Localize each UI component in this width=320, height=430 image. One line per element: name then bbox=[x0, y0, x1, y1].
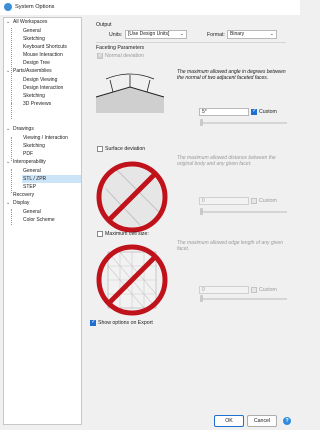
tree-item-all-workspaces[interactable]: All Workspaces bbox=[13, 18, 47, 26]
surface-deviation-label: Surface deviation bbox=[105, 146, 146, 152]
tree-item-mouse-interaction[interactable]: Mouse Interaction bbox=[23, 51, 63, 59]
normal-deviation-label: Normal deviation bbox=[105, 53, 144, 59]
faceting-section-title: Faceting Parameters bbox=[96, 45, 145, 51]
ok-button[interactable]: OK bbox=[214, 415, 244, 427]
normal-custom-label: Custom bbox=[259, 109, 277, 115]
format-label: Format: bbox=[207, 32, 225, 38]
tree-item-step[interactable]: STEP bbox=[23, 183, 36, 191]
max-cell-size-checkbox[interactable] bbox=[97, 231, 103, 237]
options-tree[interactable]: ⌄ All Workspaces General Sketching Keybo… bbox=[3, 17, 82, 425]
normal-deviation-slider-thumb[interactable] bbox=[200, 119, 203, 126]
surface-deviation-description: The maximum allowed distance between the… bbox=[177, 155, 276, 167]
max-cell-size-description: The maximum allowed edge length of any g… bbox=[177, 240, 283, 252]
title-bar: System Options bbox=[0, 0, 300, 15]
tree-item-color-scheme[interactable]: Color Scheme bbox=[23, 216, 55, 224]
surface-deviation-input[interactable]: 0 bbox=[199, 197, 249, 205]
tree-item-design-tree[interactable]: Design Tree bbox=[23, 59, 50, 67]
max-cell-size-label: Maximum cell size: bbox=[105, 231, 149, 237]
surface-custom-label: Custom bbox=[259, 198, 277, 204]
tree-item-display-general[interactable]: General bbox=[23, 208, 41, 216]
max-cell-size-slider[interactable] bbox=[201, 298, 287, 300]
surface-custom-checkbox[interactable] bbox=[251, 198, 257, 204]
units-label: Units: bbox=[109, 32, 123, 38]
app-icon bbox=[4, 3, 12, 11]
tree-item-display[interactable]: Display bbox=[13, 199, 29, 207]
tree-item-parts-assemblies[interactable]: Parts/Assemblies bbox=[13, 67, 52, 75]
no-symbol-icon bbox=[96, 244, 168, 316]
cancel-button[interactable]: Cancel bbox=[247, 415, 277, 427]
show-options-checkbox[interactable] bbox=[90, 319, 96, 326]
collapse-icon[interactable]: ⌄ bbox=[6, 160, 10, 165]
surface-deviation-slider-thumb[interactable] bbox=[200, 208, 203, 215]
surface-deviation-slider[interactable] bbox=[201, 211, 287, 213]
help-icon[interactable]: ? bbox=[283, 417, 291, 425]
tree-item-recovery[interactable]: Recovery bbox=[13, 191, 34, 199]
window-title: System Options bbox=[15, 4, 55, 10]
normal-deviation-input[interactable]: 5° bbox=[199, 108, 249, 116]
tree-item-viewing-interaction[interactable]: Viewing / Interaction bbox=[23, 134, 68, 142]
tree-item-drawings-sketching[interactable]: Sketching bbox=[23, 142, 45, 150]
tree-connector bbox=[11, 103, 12, 119]
divider bbox=[96, 42, 286, 43]
normal-deviation-illustration bbox=[95, 73, 165, 113]
normal-deviation-checkbox[interactable] bbox=[97, 52, 103, 59]
tree-connector bbox=[11, 28, 12, 105]
units-dropdown[interactable]: [Use Design Units] ⌄ bbox=[125, 30, 187, 39]
max-cell-size-input[interactable]: 0 bbox=[199, 286, 249, 294]
tree-item-parts-sketching[interactable]: Sketching bbox=[23, 92, 45, 100]
tree-item-pdf[interactable]: PDF bbox=[23, 150, 33, 158]
tree-item-stl-zpr[interactable]: STL / ZPR bbox=[22, 175, 81, 183]
chevron-down-icon: ⌄ bbox=[179, 31, 184, 37]
tree-item-3d-previews[interactable]: 3D Previews bbox=[23, 100, 51, 108]
output-section-title: Output bbox=[96, 22, 112, 28]
cell-custom-label: Custom bbox=[259, 287, 277, 293]
format-dropdown[interactable]: Binary ⌄ bbox=[227, 30, 277, 39]
tree-item-sketching[interactable]: Sketching bbox=[23, 35, 45, 43]
tree-item-interop-general[interactable]: General bbox=[23, 167, 41, 175]
tree-item-interoperability[interactable]: Interoperability bbox=[13, 158, 46, 166]
tree-connector bbox=[11, 137, 12, 161]
cell-custom-checkbox[interactable] bbox=[251, 287, 257, 293]
tree-item-general[interactable]: General bbox=[23, 27, 41, 35]
tree-item-design-interaction[interactable]: Design Interaction bbox=[23, 84, 63, 92]
tree-item-keyboard-shortcuts[interactable]: Keyboard Shortcuts bbox=[23, 43, 67, 51]
normal-deviation-slider[interactable] bbox=[201, 122, 287, 124]
tree-item-design-viewing[interactable]: Design Viewing bbox=[23, 76, 57, 84]
normal-deviation-description: The maximum allowed angle in degrees bet… bbox=[177, 69, 286, 81]
collapse-icon[interactable]: ⌄ bbox=[6, 201, 10, 206]
normal-custom-checkbox[interactable] bbox=[251, 108, 257, 115]
chevron-down-icon: ⌄ bbox=[269, 31, 274, 37]
show-options-label: Show options on Export bbox=[98, 320, 153, 326]
units-value: [Use Design Units] bbox=[128, 31, 170, 37]
collapse-icon[interactable]: ⌄ bbox=[6, 20, 10, 25]
max-cell-size-slider-thumb[interactable] bbox=[200, 295, 203, 302]
format-value: Binary bbox=[230, 31, 245, 37]
surface-deviation-checkbox[interactable] bbox=[97, 146, 103, 152]
tree-item-drawings[interactable]: Drawings bbox=[13, 125, 34, 133]
no-symbol-icon bbox=[96, 161, 168, 233]
collapse-icon[interactable]: ⌄ bbox=[6, 69, 10, 74]
tree-connector bbox=[11, 169, 12, 193]
collapse-icon[interactable]: ⌄ bbox=[6, 127, 10, 132]
tree-connector bbox=[11, 209, 12, 225]
